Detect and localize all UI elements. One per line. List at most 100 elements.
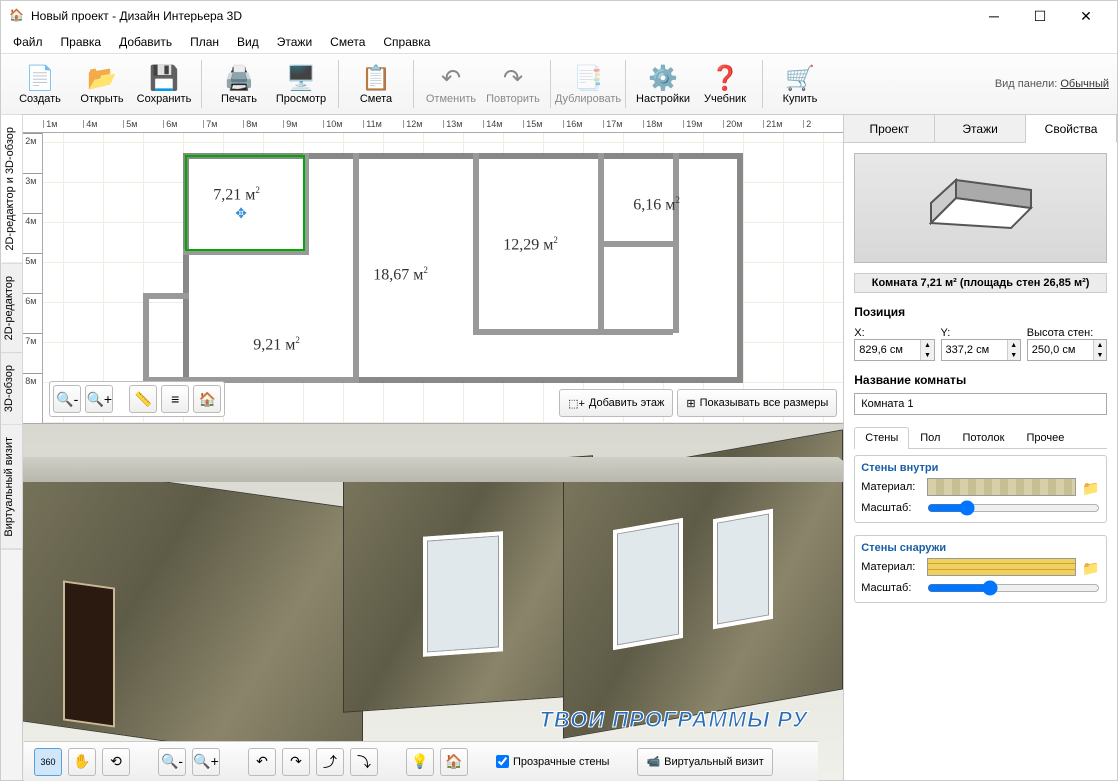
height-input[interactable]: ▲▼ (1027, 339, 1107, 361)
position-header: Позиция (844, 301, 1117, 323)
toolbar-смета[interactable]: 📋Смета (345, 56, 407, 112)
walls-inside-section: Стены внутри Материал:📁 Масштаб: (854, 455, 1107, 523)
h-up[interactable]: ▲ (1094, 340, 1106, 350)
rotate-left-button[interactable]: ↶ (248, 748, 276, 776)
menu-plan[interactable]: План (182, 32, 227, 52)
subtab-ceiling[interactable]: Потолок (951, 427, 1015, 448)
h-down[interactable]: ▼ (1094, 350, 1106, 360)
toolbar-просмотр[interactable]: 🖥️Просмотр (270, 56, 332, 112)
zoom-out-3d-button[interactable]: 🔍- (158, 748, 186, 776)
toolbar-создать[interactable]: 📄Создать (9, 56, 71, 112)
tab-properties[interactable]: Свойства (1026, 115, 1117, 143)
light-button[interactable]: 💡 (406, 748, 434, 776)
walls-outside-header: Стены снаружи (861, 542, 1100, 554)
toolbar-дублировать: 📑Дублировать (557, 56, 619, 112)
дублировать-icon: 📑 (573, 63, 603, 93)
zoom-in-3d-button[interactable]: 🔍+ (192, 748, 220, 776)
повторить-icon: ↷ (498, 63, 528, 93)
menu-file[interactable]: Файл (5, 32, 51, 52)
x-label: X: (854, 327, 864, 339)
rotate-right-button[interactable]: ↷ (282, 748, 310, 776)
zoom-out-button[interactable]: 🔍- (53, 385, 81, 413)
virtual-visit-button[interactable]: 📹Виртуальный визит (637, 748, 772, 776)
measure-button[interactable]: 📏 (129, 385, 157, 413)
right-tabs: Проект Этажи Свойства (844, 115, 1117, 143)
zoom-in-button[interactable]: 🔍+ (85, 385, 113, 413)
material-swatch-inside[interactable] (927, 478, 1076, 496)
move-handle-icon[interactable]: ✥ (235, 205, 247, 222)
x-down[interactable]: ▼ (921, 350, 933, 360)
vtab-2D-редактор[interactable]: 2D-редактор (1, 264, 22, 353)
room-area-label: 6,16 м2 (633, 195, 680, 214)
scale-slider-inside[interactable] (927, 500, 1100, 516)
browse-material-inside-icon[interactable]: 📁 (1082, 480, 1100, 494)
titlebar: 🏠 Новый проект - Дизайн Интерьера 3D ─ ☐… (1, 1, 1117, 31)
subtab-other[interactable]: Прочее (1015, 427, 1075, 448)
открыть-icon: 📂 (87, 63, 117, 93)
walls-outside-section: Стены снаружи Материал:📁 Масштаб: (854, 535, 1107, 603)
selected-room-outline (185, 155, 305, 251)
home-3d-button[interactable]: 🏠 (440, 748, 468, 776)
купить-icon: 🛒 (785, 63, 815, 93)
menu-add[interactable]: Добавить (111, 32, 180, 52)
plan-2d-view[interactable]: 2м3м4м5м6м7м8м ✥ (23, 133, 843, 423)
scale-label-out: Масштаб: (861, 582, 921, 594)
y-up[interactable]: ▲ (1008, 340, 1020, 350)
vtab-Виртуальный визит[interactable]: Виртуальный визит (1, 425, 22, 550)
add-floor-button[interactable]: ⬚+Добавить этаж (559, 389, 673, 417)
subtab-walls[interactable]: Стены (854, 427, 909, 449)
y-down[interactable]: ▼ (1008, 350, 1020, 360)
properties-panel: Проект Этажи Свойства Комната 7,21 м² (п… (843, 115, 1117, 780)
room-name-input[interactable] (854, 393, 1107, 415)
toolbar-купить[interactable]: 🛒Купить (769, 56, 831, 112)
room-3d-preview (854, 153, 1107, 263)
orbit-button[interactable]: ⟲ (102, 748, 130, 776)
y-input[interactable]: ▲▼ (941, 339, 1021, 361)
panel-mode-link[interactable]: Обычный (1060, 78, 1109, 90)
toolbar-сохранить[interactable]: 💾Сохранить (133, 56, 195, 112)
maximize-button[interactable]: ☐ (1017, 1, 1063, 31)
menu-view[interactable]: Вид (229, 32, 267, 52)
menu-help[interactable]: Справка (375, 32, 438, 52)
vertical-tabs: 2D-редактор и 3D-обзор2D-редактор3D-обзо… (1, 115, 23, 780)
height-label: Высота стен: (1027, 327, 1094, 339)
menu-estimate[interactable]: Смета (322, 32, 373, 52)
view-360-button[interactable]: 360 (34, 748, 62, 776)
subtab-floor[interactable]: Пол (909, 427, 951, 448)
room-name-header: Название комнаты (844, 369, 1117, 391)
scale-label: Масштаб: (861, 502, 921, 514)
tilt-down-button[interactable]: ⤵ (350, 748, 378, 776)
ruler-horizontal: 1м4м5м6м7м8м9м10м11м12м13м14м15м16м17м18… (23, 115, 843, 133)
watermark: ТВОИ ПРОГРАММЫ РУ (539, 707, 808, 733)
toolbar-настройки[interactable]: ⚙️Настройки (632, 56, 694, 112)
home-button[interactable]: 🏠 (193, 385, 221, 413)
toolbar-учебник[interactable]: ❓Учебник (694, 56, 756, 112)
tilt-up-button[interactable]: ⤴ (316, 748, 344, 776)
transparent-walls-checkbox[interactable]: Прозрачные стены (496, 755, 609, 768)
show-sizes-button[interactable]: ⊞Показывать все размеры (677, 389, 837, 417)
snap-button[interactable]: ≡ (161, 385, 189, 413)
minimize-button[interactable]: ─ (971, 1, 1017, 31)
plan-toolbar-left: 🔍- 🔍+ 📏 ≡ 🏠 (49, 381, 225, 417)
close-button[interactable]: ✕ (1063, 1, 1109, 31)
menu-floors[interactable]: Этажи (269, 32, 320, 52)
material-label: Материал: (861, 481, 921, 493)
material-swatch-outside[interactable] (927, 558, 1076, 576)
смета-icon: 📋 (361, 63, 391, 93)
scale-slider-outside[interactable] (927, 580, 1100, 596)
x-input[interactable]: ▲▼ (854, 339, 934, 361)
toolbar-печать[interactable]: 🖨️Печать (208, 56, 270, 112)
tab-project[interactable]: Проект (844, 115, 935, 142)
toolbar-отменить: ↶Отменить (420, 56, 482, 112)
tab-floors[interactable]: Этажи (935, 115, 1026, 142)
add-floor-icon: ⬚+ (568, 397, 585, 410)
browse-material-outside-icon[interactable]: 📁 (1082, 560, 1100, 574)
toolbar-открыть[interactable]: 📂Открыть (71, 56, 133, 112)
room-area-label: 9,21 м2 (253, 335, 300, 354)
vtab-2D-редактор и 3D-обзор[interactable]: 2D-редактор и 3D-обзор (1, 115, 22, 264)
menu-edit[interactable]: Правка (53, 32, 110, 52)
pan-button[interactable]: ✋ (68, 748, 96, 776)
room-area-label: 12,29 м2 (503, 235, 558, 254)
x-up[interactable]: ▲ (921, 340, 933, 350)
vtab-3D-обзор[interactable]: 3D-обзор (1, 353, 22, 425)
